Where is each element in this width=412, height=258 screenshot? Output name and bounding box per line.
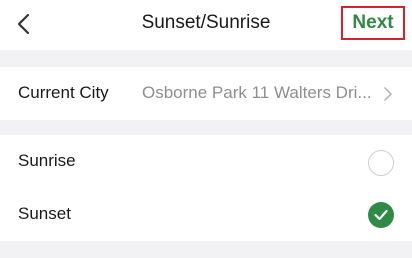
radio-checked-icon[interactable] (368, 202, 394, 228)
option-sunrise[interactable]: Sunrise (0, 135, 412, 188)
nav-bar: Sunset/Sunrise Next (0, 0, 412, 50)
current-city-row[interactable]: Current City Osborne Park 11 Walters Dri… (0, 67, 412, 120)
option-label: Sunset (18, 204, 71, 223)
city-section: Current City Osborne Park 11 Walters Dri… (0, 67, 412, 120)
radio-unchecked-icon[interactable] (368, 150, 394, 176)
current-city-label: Current City (18, 83, 109, 102)
option-label: Sunrise (18, 151, 76, 170)
option-sunset[interactable]: Sunset (0, 188, 412, 241)
checkmark-icon (374, 209, 388, 221)
sun-event-options: Sunrise Sunset (0, 135, 412, 241)
next-button[interactable]: Next (341, 6, 405, 40)
current-city-value: Osborne Park 11 Walters Dri... (142, 83, 372, 102)
chevron-right-icon (384, 87, 392, 101)
